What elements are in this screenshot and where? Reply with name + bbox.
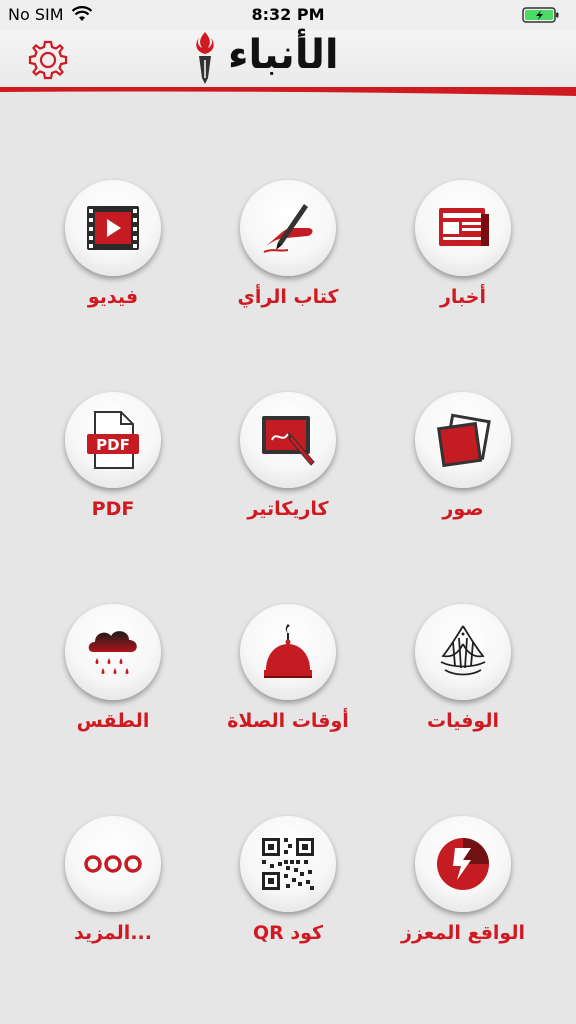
tile-video[interactable]: فيديو bbox=[28, 180, 198, 330]
augmented-reality-icon bbox=[437, 838, 489, 890]
tile-photos-circle bbox=[415, 392, 511, 488]
battery-icon bbox=[522, 7, 559, 23]
tile-prayer-times-circle bbox=[240, 604, 336, 700]
tile-prayer-times[interactable]: أوقات الصلاة bbox=[203, 604, 373, 754]
pen-writing-icon bbox=[263, 204, 313, 253]
tile-video-label: فيديو bbox=[87, 286, 139, 308]
calligraphy-icon bbox=[440, 625, 486, 676]
tile-augmented-reality-circle bbox=[415, 816, 511, 912]
tile-caricature-circle bbox=[240, 392, 336, 488]
settings-gear-icon[interactable] bbox=[26, 38, 70, 82]
tile-qr-code-label: QR كود bbox=[252, 922, 324, 944]
tile-photos-label: صور bbox=[442, 498, 484, 520]
tile-prayer-times-label: أوقات الصلاة bbox=[227, 710, 349, 732]
tile-obituaries[interactable]: الوفيات bbox=[378, 604, 548, 754]
tile-qr-code[interactable]: QR كود bbox=[203, 816, 373, 966]
tile-pdf[interactable]: PDF PDF bbox=[28, 392, 198, 542]
more-icon bbox=[84, 855, 142, 873]
mosque-dome-icon bbox=[264, 624, 312, 678]
tile-obituaries-label: الوفيات bbox=[427, 710, 499, 732]
tile-more-label: المزيد... bbox=[74, 922, 152, 944]
tile-news-label: أخبار bbox=[439, 286, 487, 308]
photos-icon bbox=[437, 413, 491, 468]
tile-caricature[interactable]: كاريكاتير bbox=[203, 392, 373, 542]
tile-augmented-reality-label: الواقع المعزز bbox=[401, 922, 525, 944]
tile-augmented-reality[interactable]: الواقع المعزز bbox=[378, 816, 548, 966]
status-bar: No SIM 8:32 PM bbox=[0, 0, 576, 30]
tile-caricature-label: كاريكاتير bbox=[247, 498, 329, 520]
tile-opinion-writers[interactable]: كتاب الرأي bbox=[203, 180, 373, 330]
tile-video-circle bbox=[65, 180, 161, 276]
logo-text: الأنباء bbox=[228, 32, 340, 78]
rain-cloud-icon bbox=[88, 631, 137, 674]
tile-pdf-circle: PDF bbox=[65, 392, 161, 488]
tile-opinion-writers-circle bbox=[240, 180, 336, 276]
tile-opinion-writers-label: كتاب الرأي bbox=[237, 286, 339, 308]
tile-qr-code-circle bbox=[240, 816, 336, 912]
qr-code-icon bbox=[262, 838, 314, 890]
tile-obituaries-circle bbox=[415, 604, 511, 700]
tile-weather-label: الطقس bbox=[76, 710, 150, 732]
svg-text:PDF: PDF bbox=[96, 436, 130, 454]
torch-pen-icon bbox=[196, 32, 214, 84]
caricature-icon bbox=[262, 416, 315, 466]
header-red-swoosh bbox=[0, 87, 576, 96]
tile-news[interactable]: أخبار bbox=[378, 180, 548, 330]
tile-more[interactable]: المزيد... bbox=[28, 816, 198, 966]
clock: 8:32 PM bbox=[251, 5, 325, 24]
tile-weather-circle bbox=[65, 604, 161, 700]
app-logo: الأنباء bbox=[190, 30, 386, 86]
tile-pdf-label: PDF bbox=[91, 498, 135, 520]
tile-more-circle bbox=[65, 816, 161, 912]
newspaper-icon bbox=[439, 208, 489, 246]
tile-news-circle bbox=[415, 180, 511, 276]
pdf-icon: PDF bbox=[87, 411, 139, 469]
video-icon bbox=[87, 206, 139, 250]
tile-weather[interactable]: الطقس bbox=[28, 604, 198, 754]
tile-photos[interactable]: صور bbox=[378, 392, 548, 542]
